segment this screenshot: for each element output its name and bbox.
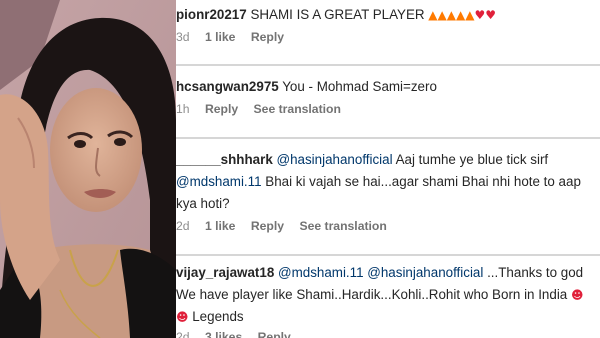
likes-count[interactable]: 1 like [205,30,236,44]
mention-link[interactable]: @hasinjahanofficial [273,152,393,167]
reply-button[interactable]: Reply [251,219,284,233]
comment-time: 1h [176,102,190,116]
comment-time: 2d [176,330,190,338]
comment-meta: 3d 1 like Reply [176,30,592,48]
likes-count[interactable]: 3 likes [205,330,242,338]
woman-portrait-illustration [0,0,176,338]
profile-photo [0,0,176,338]
divider [176,64,600,66]
comment-meta: 2d 3 likes Reply [176,330,592,338]
username-link[interactable]: vijay_rajawat18 [176,265,274,280]
comment-time: 2d [176,219,190,233]
fire-icon: ▲ [456,8,466,22]
comment-text: pionr20217 SHAMI IS A GREAT PLAYER ▲▲▲▲▲… [176,4,592,26]
heart-icon: ♥ [474,8,486,22]
smiling-face-with-hearts-icon: ☻ [570,288,584,302]
fire-icon: ▲ [428,8,438,22]
comments-panel: pionr20217 SHAMI IS A GREAT PLAYER ▲▲▲▲▲… [176,0,600,338]
fire-icon: ▲ [437,8,447,22]
comment-time: 3d [176,30,190,44]
comment-body: Aaj tumhe ye blue tick sirf [392,152,549,167]
mention-link[interactable]: @mdshami.11 [176,174,262,189]
see-translation-button[interactable]: See translation [254,102,341,116]
divider [176,254,600,256]
comment-item: hcsangwan2975 You - Mohmad Sami=zero 1h … [176,76,592,120]
comment-item: pionr20217 SHAMI IS A GREAT PLAYER ▲▲▲▲▲… [176,4,592,48]
see-translation-button[interactable]: See translation [299,219,386,233]
mention-link[interactable]: @hasinjahanofficial [364,265,483,280]
comment-item: ______shhhark @hasinjahanofficial Aaj tu… [176,149,592,237]
reply-button[interactable]: Reply [258,330,291,338]
comment-meta: 2d 1 like Reply See translation [176,219,592,237]
username-link[interactable]: hcsangwan2975 [176,79,279,94]
fire-icon: ▲ [446,8,456,22]
comment-body: SHAMI IS A GREAT PLAYER [246,7,429,22]
reply-button[interactable]: Reply [251,30,284,44]
comment-text: hcsangwan2975 You - Mohmad Sami=zero [176,76,592,98]
likes-count[interactable]: 1 like [205,219,236,233]
username-link[interactable]: pionr20217 [176,7,247,22]
comment-body-end: Legends [188,309,244,324]
comment-text: vijay_rajawat18 @mdshami.11 @hasinjahano… [176,262,592,328]
comment-text: ______shhhark @hasinjahanofficial Aaj tu… [176,149,592,215]
heart-icon: ♥ [485,8,496,22]
comment-body: You - Mohmad Sami=zero [278,79,437,94]
mention-link[interactable]: @mdshami.11 [274,265,364,280]
reply-button[interactable]: Reply [205,102,238,116]
divider [176,137,600,139]
username-link[interactable]: ______shhhark [176,152,273,167]
comment-meta: 1h Reply See translation [176,102,592,120]
comment-item: vijay_rajawat18 @mdshami.11 @hasinjahano… [176,262,592,338]
heart-eyes-icon: ☻ [176,310,189,324]
